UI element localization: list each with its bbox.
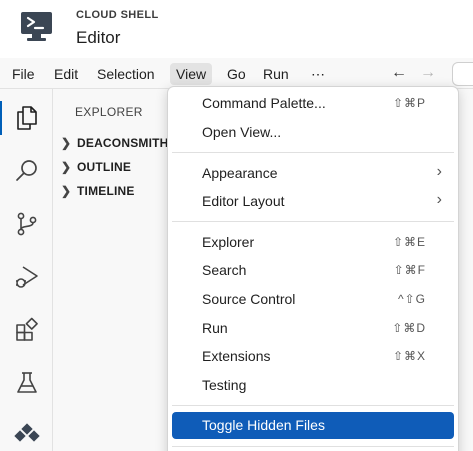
menu-edit[interactable]: Edit bbox=[48, 63, 84, 85]
menu-separator bbox=[172, 446, 454, 447]
menu-item-toggle-hidden-files[interactable]: Toggle Hidden Files bbox=[172, 412, 454, 439]
section-label: TIMELINE bbox=[77, 184, 135, 198]
menu-item-label: Toggle Hidden Files bbox=[202, 417, 325, 433]
section-label: OUTLINE bbox=[77, 160, 132, 174]
menu-item-run[interactable]: Run ⇧⌘D bbox=[172, 315, 454, 342]
section-label: DEACONSMITH bbox=[77, 136, 169, 150]
menu-item-label: Extensions bbox=[202, 348, 271, 364]
menu-item-open-view[interactable]: Open View... bbox=[172, 119, 454, 146]
explorer-section-workspace[interactable]: ❯ DEACONSMITH bbox=[61, 132, 169, 154]
app-title: Editor bbox=[76, 28, 121, 47]
menu-item-label: Editor Layout bbox=[202, 193, 285, 209]
shortcut-label: ^⇧G bbox=[397, 292, 426, 306]
view-menu-dropdown: Command Palette... ⇧⌘P Open View... Appe… bbox=[167, 86, 459, 451]
shortcut-label: ⇧⌘X bbox=[392, 349, 426, 363]
shortcut-label: ⇧⌘D bbox=[392, 321, 426, 335]
activity-bar bbox=[0, 89, 53, 451]
menu-item-label: Open View... bbox=[202, 124, 282, 140]
menu-view[interactable]: View bbox=[170, 63, 213, 85]
menu-item-label: Source Control bbox=[202, 291, 296, 307]
menu-separator bbox=[172, 221, 454, 222]
menu-item-label: Appearance bbox=[202, 165, 278, 181]
menu-more[interactable]: ⋯ bbox=[305, 63, 331, 85]
app-subtitle: CLOUD SHELL bbox=[76, 9, 159, 21]
menu-selection[interactable]: Selection bbox=[91, 63, 161, 85]
menu-item-label: Run bbox=[202, 320, 228, 336]
menu-item-explorer[interactable]: Explorer ⇧⌘E bbox=[172, 229, 454, 256]
menu-item-extensions[interactable]: Extensions ⇧⌘X bbox=[172, 343, 454, 370]
menu-item-label: Search bbox=[202, 262, 247, 278]
files-icon[interactable] bbox=[0, 95, 53, 141]
explorer-title: EXPLORER bbox=[75, 105, 143, 119]
shortcut-label: ⇧⌘E bbox=[392, 235, 426, 249]
menu-run[interactable]: Run bbox=[257, 63, 295, 85]
chevron-right-icon: ❯ bbox=[61, 160, 72, 174]
command-center-input[interactable] bbox=[452, 62, 473, 86]
menu-item-command-palette[interactable]: Command Palette... ⇧⌘P bbox=[172, 90, 454, 117]
menu-item-editor-layout[interactable]: Editor Layout › bbox=[172, 188, 454, 215]
menu-item-label: Testing bbox=[202, 377, 247, 393]
app-header: CLOUD SHELL Editor bbox=[0, 0, 473, 58]
menu-item-appearance[interactable]: Appearance › bbox=[172, 160, 454, 187]
chevron-right-icon: › bbox=[436, 191, 442, 208]
chevron-right-icon: ❯ bbox=[61, 184, 72, 198]
menu-separator bbox=[172, 405, 454, 406]
menu-separator bbox=[172, 152, 454, 153]
search-icon[interactable] bbox=[0, 148, 53, 194]
menu-item-search[interactable]: Search ⇧⌘F bbox=[172, 257, 454, 284]
cloud-shell-logo-icon bbox=[20, 11, 53, 42]
arrow-left-icon[interactable]: ← bbox=[391, 64, 407, 82]
menu-go[interactable]: Go bbox=[221, 63, 252, 85]
run-debug-icon[interactable] bbox=[0, 254, 53, 300]
menu-item-label: Command Palette... bbox=[202, 95, 326, 111]
menu-file[interactable]: File bbox=[6, 63, 41, 85]
testing-icon[interactable] bbox=[0, 360, 53, 406]
explorer-section-outline[interactable]: ❯ OUTLINE bbox=[61, 156, 131, 178]
chevron-right-icon: ❯ bbox=[61, 136, 72, 150]
menu-item-label: Explorer bbox=[202, 234, 255, 250]
extensions-icon[interactable] bbox=[0, 307, 53, 353]
menu-bar: File Edit Selection View Go Run ⋯ ← → bbox=[0, 58, 473, 89]
arrow-right-icon[interactable]: → bbox=[420, 64, 436, 82]
menu-item-source-control[interactable]: Source Control ^⇧G bbox=[172, 286, 454, 313]
chevron-right-icon: › bbox=[436, 163, 442, 180]
source-control-icon[interactable] bbox=[0, 201, 53, 247]
shortcut-label: ⇧⌘P bbox=[392, 96, 426, 110]
menu-item-testing[interactable]: Testing bbox=[172, 372, 454, 399]
shortcut-label: ⇧⌘F bbox=[393, 263, 426, 277]
remote-icon[interactable] bbox=[0, 413, 53, 451]
explorer-section-timeline[interactable]: ❯ TIMELINE bbox=[61, 180, 135, 202]
